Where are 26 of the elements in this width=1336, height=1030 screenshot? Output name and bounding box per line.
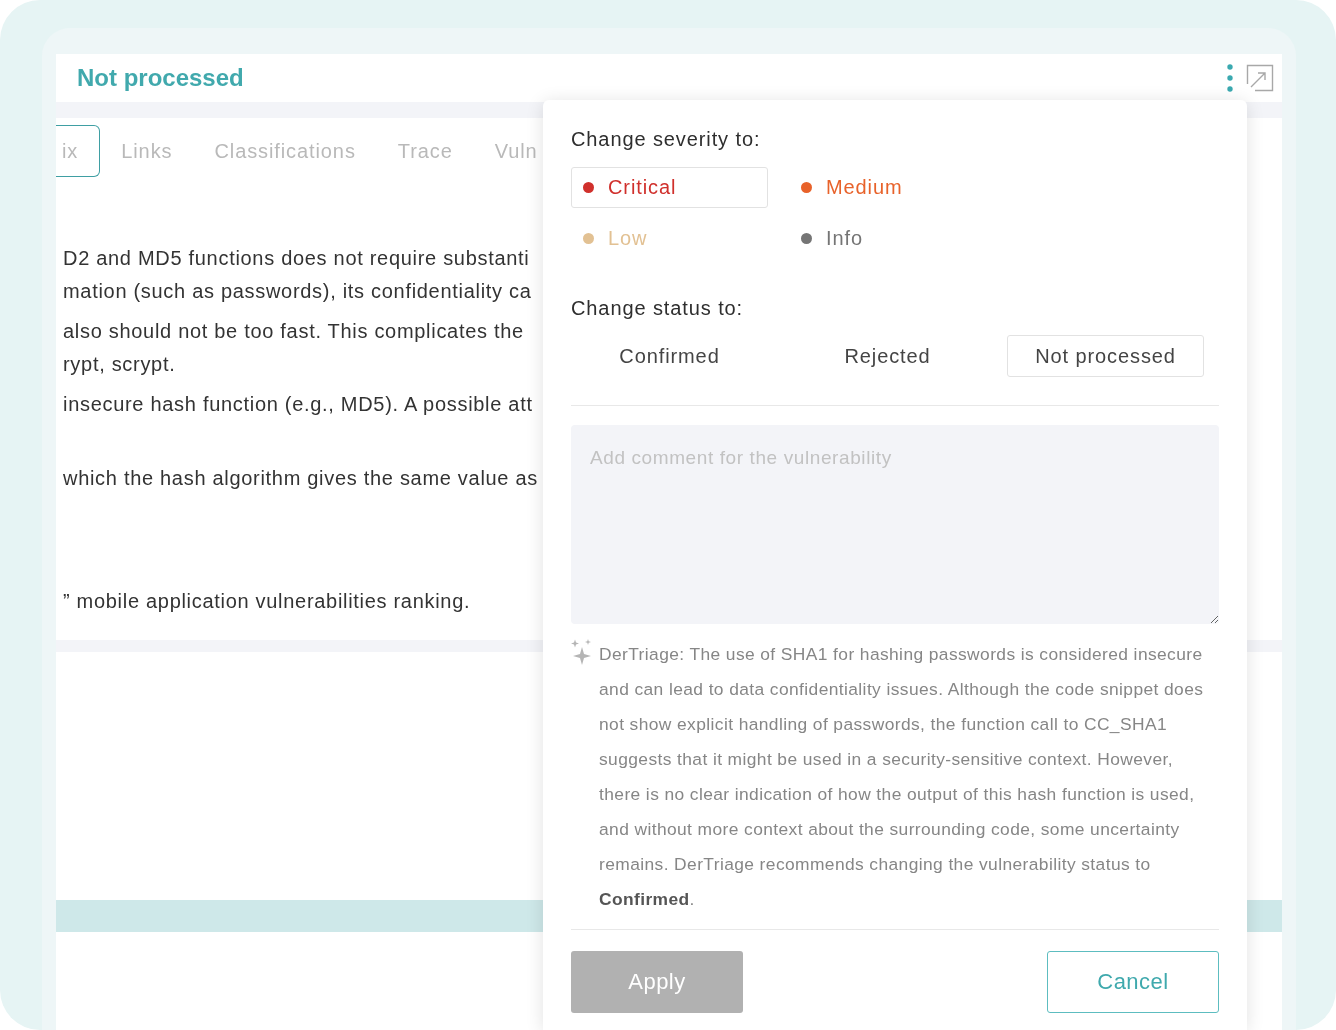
severity-option[interactable]: Medium: [789, 167, 986, 208]
severity-option[interactable]: Info: [789, 218, 986, 259]
description-text: mation (such as passwords), its confidentiality ca: [63, 279, 533, 304]
tab[interactable]: Trace: [376, 125, 474, 177]
tab[interactable]: Classifications: [193, 125, 377, 177]
description-text: rypt, scrypt.: [63, 352, 177, 377]
severity-option[interactable]: Critical: [571, 167, 768, 208]
description-text: which the hash algorithm gives the same value as: [63, 466, 539, 491]
description-text: insecure hash function (e.g., MD5). A possible att: [63, 392, 534, 417]
status-option[interactable]: Rejected: [789, 335, 986, 377]
description-text: D2 and MD5 functions does not require substanti: [63, 246, 531, 271]
ai-recommendation: DerTriage: The use of SHA1 for hashing passwords is considered insecure and can lead to data confidentiality issues. Although the code snippet does not show explicit handling of passwords, the function call to CC_SHA1 suggests that it might be used in a security-sensitive context. However, there is no clear indication of how the output of this hash function is used, and without more context about the surrounding code, some uncertainty remains. DerTriage recommends changing the vulnerability status to Confirmed.: [599, 643, 1205, 911]
cancel-button[interactable]: Cancel: [1047, 951, 1219, 1013]
description-text: ” mobile application vulnerabilities ranking.: [63, 589, 472, 614]
status-title: Not processed: [77, 64, 244, 92]
severity-option[interactable]: Low: [571, 218, 768, 259]
tab[interactable]: Vuln: [473, 125, 541, 177]
tab[interactable]: ix: [56, 125, 101, 177]
tab[interactable]: Links: [100, 125, 194, 177]
description-text: also should not be too fast. This complicates the: [63, 319, 525, 344]
section-heading: Change severity to:: [571, 127, 762, 151]
status-option[interactable]: Not processed: [1007, 335, 1204, 377]
more-options-icon[interactable]: [1226, 63, 1234, 93]
status-option[interactable]: Confirmed: [571, 335, 768, 377]
expand-icon[interactable]: [1246, 64, 1274, 92]
section-heading: Change status to:: [571, 296, 745, 320]
